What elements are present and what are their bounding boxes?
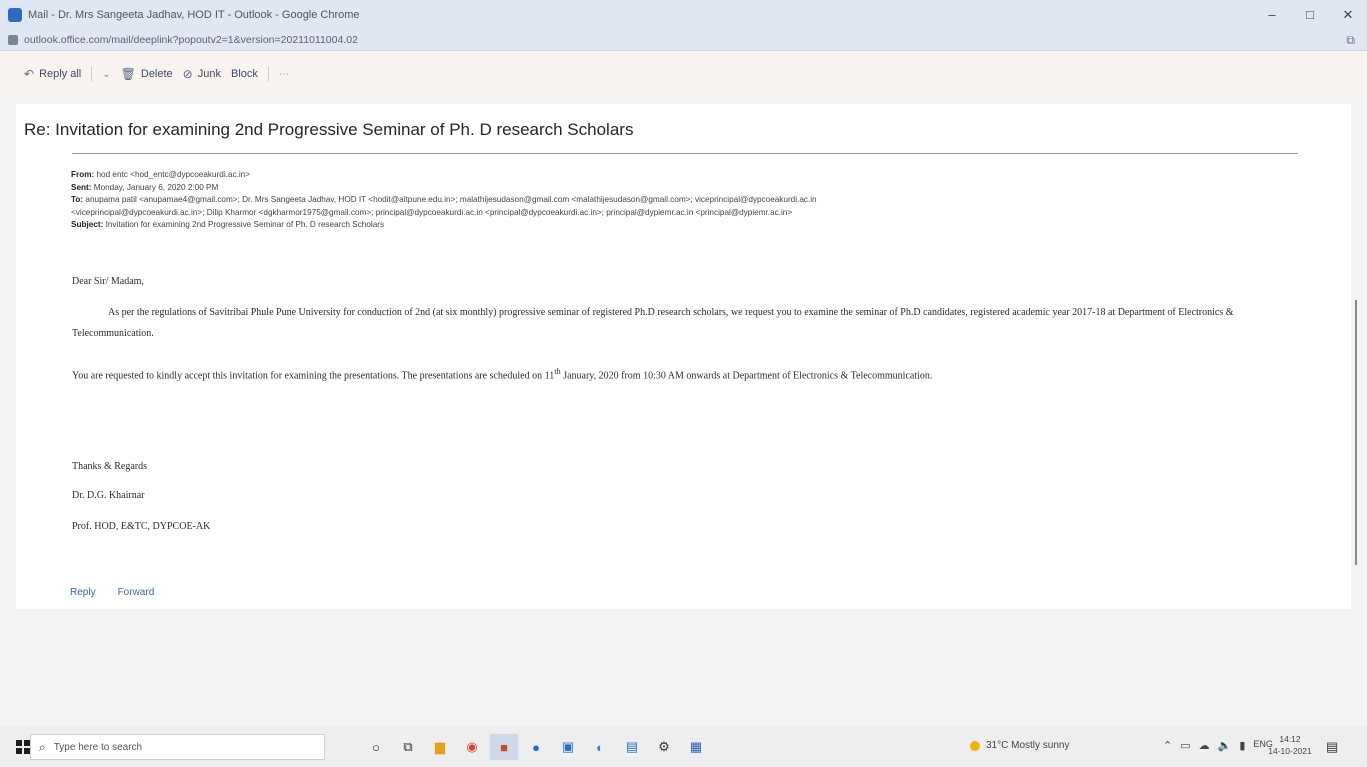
from-row: From: hod entc <hod_entc@dypcoeakurdi.ac…: [71, 169, 1311, 182]
scrollbar-thumb[interactable]: [1355, 300, 1357, 565]
outlook-taskbar-icon[interactable]: ■: [490, 734, 518, 760]
window-title: Mail - Dr. Mrs Sangeeta Jadhav, HOD IT -…: [28, 8, 360, 21]
to-value-2: <viceprincipal@dypcoeakurdi.ac.in>; Dili…: [71, 207, 793, 217]
forward-link[interactable]: Forward: [118, 587, 155, 598]
trash-icon: 🗑: [120, 67, 136, 81]
delete-button[interactable]: 🗑 Delete: [121, 67, 173, 81]
body-paragraph-2: You are requested to kindly accept this …: [72, 367, 1308, 381]
maximize-button[interactable]: □: [1291, 0, 1329, 29]
message-toolbar: ↶ Reply all ⌄ 🗑 Delete ⊘ Junk Block ⋯: [0, 52, 1367, 96]
greeting: Dear Sir/ Madam,: [72, 276, 144, 287]
signature-title: Prof. HOD, E&TC, DYPCOE-AK: [72, 521, 211, 532]
url-text[interactable]: outlook.office.com/mail/deeplink?popoutv…: [24, 34, 358, 46]
system-clock[interactable]: 14:12 14-10-2021: [1268, 733, 1312, 757]
clock-date: 14-10-2021: [1268, 746, 1312, 756]
outlook-app-icon: [8, 7, 22, 22]
message-subject: Re: Invitation for examining 2nd Progres…: [24, 120, 634, 139]
battery-icon[interactable]: ▮: [1239, 739, 1245, 752]
to-label: To:: [71, 195, 84, 204]
cortana-icon[interactable]: ○: [362, 734, 390, 760]
clock-time: 14:12: [1279, 734, 1301, 744]
settings-taskbar-icon[interactable]: ●: [522, 734, 550, 760]
block-button[interactable]: Block: [231, 68, 258, 80]
system-tray: ⌃ ▭ ☁ 🔈 ▮ ENG: [1163, 739, 1273, 752]
chevron-down-icon[interactable]: ⌄: [102, 69, 110, 80]
quoted-headers: From: hod entc <hod_entc@dypcoeakurdi.ac…: [71, 169, 1311, 232]
mail-taskbar-icon[interactable]: ▣: [554, 734, 582, 760]
taskbar: ⌕ Type here to search ○ ⧉ ▆ ◉ ■ ● ▣ ◐ ▤ …: [0, 727, 1367, 767]
delete-label: Delete: [140, 68, 173, 80]
lock-icon: [8, 34, 18, 45]
to-value-1: anupama patil <anupamae4@gmail.com>; Dr.…: [85, 195, 817, 204]
window-controls: – □ ✕: [1253, 0, 1367, 29]
subject-row: Subject: Invitation for examining 2nd Pr…: [71, 219, 1311, 232]
gear-icon[interactable]: ⚙: [650, 734, 678, 760]
windows-start-icon[interactable]: [16, 740, 30, 754]
reply-all-label: Reply all: [39, 68, 82, 80]
address-bar[interactable]: outlook.office.com/mail/deeplink?popoutv…: [0, 29, 1367, 51]
para2-start: You are requested to kindly accept this …: [72, 370, 555, 382]
sun-icon: [970, 740, 980, 751]
para2-end: January, 2020 from 10:30 AM onwards at D…: [560, 370, 933, 382]
taskbar-apps: ○ ⧉ ▆ ◉ ■ ● ▣ ◐ ▤ ⚙ ▦: [362, 734, 710, 760]
task-view-icon[interactable]: ⧉: [394, 734, 422, 760]
signature-name: Dr. D.G. Khairnar: [72, 490, 145, 501]
reply-link[interactable]: Reply: [70, 587, 96, 598]
word-icon[interactable]: ▦: [682, 734, 710, 760]
title-bar: Mail - Dr. Mrs Sangeeta Jadhav, HOD IT -…: [0, 0, 1367, 29]
to-row: To: anupama patil <anupamae4@gmail.com>;…: [71, 194, 1311, 207]
signature-closing: Thanks & Regards: [72, 461, 147, 472]
file-explorer-icon[interactable]: ▆: [426, 734, 454, 760]
sent-value: Monday, January 6, 2020 2:00 PM: [93, 182, 219, 192]
body-paragraph-1: As per the regulations of Savitribai Phu…: [72, 307, 1234, 339]
chevron-up-icon[interactable]: ⌃: [1163, 739, 1172, 752]
notification-icon[interactable]: ▤: [1326, 739, 1338, 755]
more-options-icon[interactable]: ⋯: [279, 69, 289, 80]
junk-button[interactable]: ⊘ Junk: [183, 67, 221, 81]
weather-widget[interactable]: 31°C Mostly sunny: [970, 740, 1069, 751]
close-button[interactable]: ✕: [1329, 0, 1367, 29]
network-icon[interactable]: ▭: [1180, 739, 1190, 752]
from-value: hod entc <hod_entc@dypcoeakurdi.ac.in>: [96, 170, 251, 179]
subject-label: Subject:: [71, 220, 104, 229]
cloud-icon[interactable]: ☁: [1199, 739, 1210, 752]
toolbar-divider: [267, 67, 269, 81]
store-icon[interactable]: ▤: [618, 734, 646, 760]
sent-label: Sent:: [71, 182, 92, 192]
search-icon: ⌕: [39, 739, 46, 754]
header-divider: [72, 153, 1298, 154]
reply-all-button[interactable]: ↶ Reply all: [24, 67, 81, 81]
toolbar-divider: [91, 67, 93, 81]
volume-icon[interactable]: 🔈: [1218, 739, 1232, 752]
chrome-icon[interactable]: ◉: [458, 734, 486, 760]
edge-icon[interactable]: ◐: [586, 734, 614, 760]
message-actions: Reply Forward: [70, 587, 154, 598]
junk-icon: ⊘: [182, 67, 193, 81]
taskbar-search[interactable]: ⌕ Type here to search: [30, 734, 325, 760]
message-pane: Re: Invitation for examining 2nd Progres…: [16, 104, 1351, 609]
to-row-continued: <viceprincipal@dypcoeakurdi.ac.in>; Dili…: [71, 207, 1311, 220]
minimize-button[interactable]: –: [1253, 0, 1291, 29]
weather-text: 31°C Mostly sunny: [986, 740, 1070, 751]
junk-label: Junk: [197, 68, 221, 80]
search-placeholder: Type here to search: [53, 741, 143, 753]
sent-row: Sent: Monday, January 6, 2020 2:00 PM: [71, 182, 1311, 195]
block-label: Block: [230, 68, 258, 80]
subject-value: Invitation for examining 2nd Progressive…: [105, 220, 385, 229]
reply-all-icon: ↶: [24, 67, 35, 81]
extension-icon[interactable]: ⧉: [1346, 33, 1355, 48]
from-label: From:: [71, 170, 95, 179]
